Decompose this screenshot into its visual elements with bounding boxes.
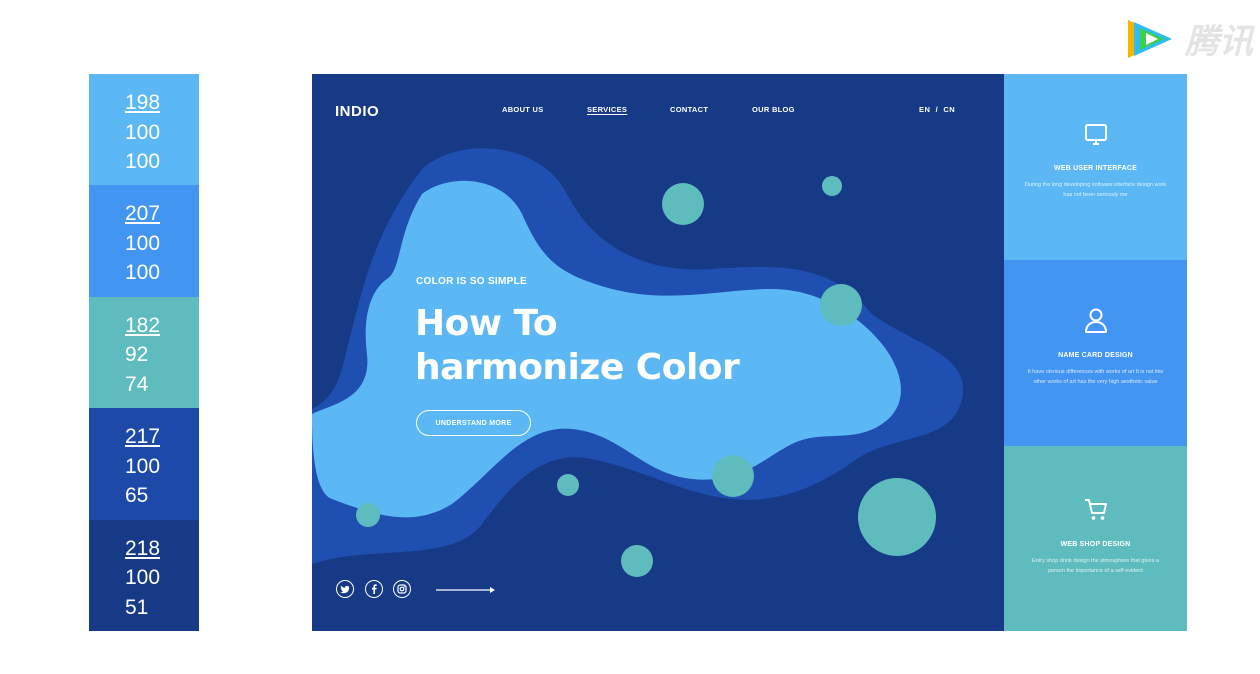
saturation-value: 100 <box>125 231 161 255</box>
palette-swatch: 182 92 74 <box>89 296 199 409</box>
brightness-value: 74 <box>125 372 149 396</box>
brightness-value: 51 <box>125 595 149 619</box>
saturation-value: 100 <box>125 120 161 144</box>
tencent-video-logo-icon <box>1128 20 1172 58</box>
palette-swatch: 198 100 100 <box>89 74 199 186</box>
color-palette: 198 100 100 207 100 100 182 92 74 217 10… <box>89 74 199 632</box>
teal-dot <box>822 176 842 196</box>
website-mockup: INDIO ABOUT US SERVICES CONTACT OUR BLOG… <box>312 74 1004 631</box>
nav-about-us[interactable]: ABOUT US <box>502 105 544 114</box>
nav-services[interactable]: SERVICES <box>587 105 627 114</box>
service-card-web-shop[interactable]: WEB SHOP DESIGN Entry shop drink design … <box>1004 446 1187 631</box>
headline-line-2: harmonize Color <box>415 347 740 388</box>
facebook-icon[interactable] <box>365 580 383 598</box>
card-description: During the long developing software inte… <box>1024 182 1167 198</box>
teal-dot <box>820 284 862 326</box>
twitter-icon[interactable] <box>336 580 354 598</box>
card-title: WEB SHOP DESIGN <box>1060 541 1131 548</box>
instagram-icon[interactable] <box>393 580 411 598</box>
service-card-name-card[interactable]: NAME CARD DESIGN It have obvious differe… <box>1004 260 1187 446</box>
hero-eyebrow: COLOR IS SO SIMPLE <box>416 276 527 287</box>
hue-value: 218 <box>125 536 161 560</box>
palette-swatch: 218 100 51 <box>89 519 199 632</box>
hero-headline: How To harmonize Color <box>415 302 740 390</box>
nav-our-blog[interactable]: OUR BLOG <box>752 105 795 114</box>
cart-icon <box>1085 499 1107 520</box>
card-description: It have obvious differences with works o… <box>1027 369 1164 385</box>
monitor-icon <box>1085 124 1107 145</box>
palette-swatch: 217 100 65 <box>89 408 199 520</box>
teal-dot <box>662 183 704 225</box>
brightness-value: 65 <box>125 484 149 508</box>
brightness-value: 100 <box>125 261 161 285</box>
brightness-value: 100 <box>125 150 161 173</box>
card-description: Entry shop drink design the atmosphere t… <box>1032 558 1159 574</box>
saturation-value: 92 <box>125 343 149 367</box>
nav-contact[interactable]: CONTACT <box>670 105 708 114</box>
watermark-text: 腾讯 <box>1185 22 1253 62</box>
user-icon <box>1085 308 1107 333</box>
teal-dot <box>712 455 754 497</box>
teal-dot <box>858 478 936 556</box>
teal-dot <box>557 474 579 496</box>
saturation-value: 100 <box>125 566 161 590</box>
card-title: WEB USER INTERFACE <box>1054 165 1137 172</box>
arrow-right-icon[interactable] <box>436 584 498 596</box>
teal-dot <box>356 503 380 527</box>
teal-dot <box>621 545 653 577</box>
hue-value: 182 <box>125 313 161 337</box>
card-title: NAME CARD DESIGN <box>1058 352 1133 359</box>
language-switcher[interactable]: EN / CN <box>919 105 955 114</box>
hue-value: 207 <box>125 202 161 226</box>
saturation-value: 100 <box>125 454 161 478</box>
understand-more-button[interactable]: UNDERSTAND MORE <box>416 410 531 436</box>
site-logo[interactable]: INDIO <box>335 103 379 120</box>
hue-value: 217 <box>125 425 161 449</box>
service-card-web-ui[interactable]: WEB USER INTERFACE During the long devel… <box>1004 74 1187 260</box>
palette-swatch: 207 100 100 <box>89 185 199 297</box>
hue-value: 198 <box>125 91 161 114</box>
headline-line-1: How To <box>415 303 558 344</box>
